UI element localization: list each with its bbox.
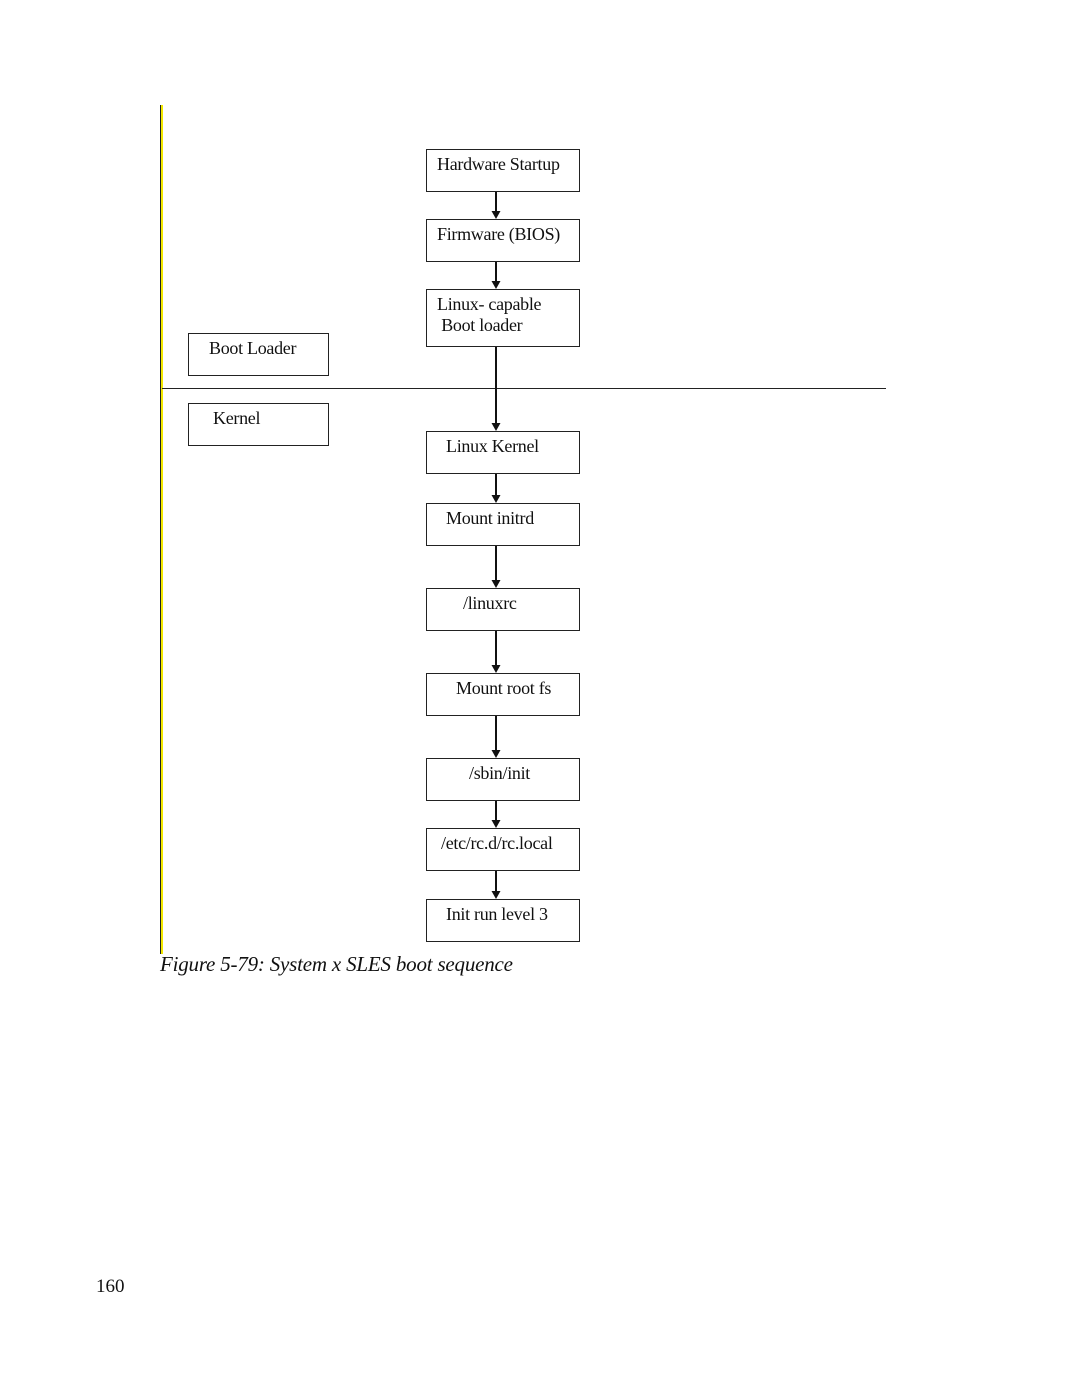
step-sbin-init: /sbin/init — [426, 758, 580, 801]
phase-label-boot-loader: Boot Loader — [188, 333, 329, 376]
arrowhead-icon — [491, 891, 501, 899]
step-label: Linux Kernel — [446, 436, 539, 456]
arrowhead-icon — [491, 750, 501, 758]
phase-divider-line — [162, 388, 886, 389]
margin-change-bar — [160, 105, 163, 954]
phase-label-kernel: Kernel — [188, 403, 329, 446]
step-firmware-bios: Firmware (BIOS) — [426, 219, 580, 262]
step-init-run-level-3: Init run level 3 — [426, 899, 580, 942]
step-label: Mount root fs — [456, 678, 552, 698]
step-label: Hardware Startup — [437, 154, 560, 174]
step-label: Mount initrd — [446, 508, 534, 528]
step-etc-rc-local: /etc/rc.d/rc.local — [426, 828, 580, 871]
phase-label-text: Kernel — [213, 408, 261, 428]
step-label: Linux- capable Boot loader — [437, 294, 542, 335]
arrowhead-icon — [491, 423, 501, 431]
arrowhead-icon — [491, 820, 501, 828]
arrowhead-icon — [491, 211, 501, 219]
step-linux-kernel: Linux Kernel — [426, 431, 580, 474]
step-mount-initrd: Mount initrd — [426, 503, 580, 546]
step-label: Init run level 3 — [446, 904, 548, 924]
step-label: /linuxrc — [463, 593, 517, 613]
figure-caption: Figure 5-79: System x SLES boot sequence — [160, 952, 513, 976]
arrowhead-icon — [491, 665, 501, 673]
step-label: /sbin/init — [469, 763, 531, 783]
step-label: Firmware (BIOS) — [437, 224, 560, 244]
page-number: 160 — [96, 1276, 125, 1297]
step-mount-root-fs: Mount root fs — [426, 673, 580, 716]
step-linuxrc: /linuxrc — [426, 588, 580, 631]
step-label: /etc/rc.d/rc.local — [441, 833, 553, 853]
arrowhead-icon — [491, 580, 501, 588]
step-hardware-startup: Hardware Startup — [426, 149, 580, 192]
arrowhead-icon — [491, 495, 501, 503]
arrowhead-icon — [491, 281, 501, 289]
phase-label-text: Boot Loader — [209, 338, 297, 358]
step-linux-capable-boot-loader: Linux- capable Boot loader — [426, 289, 580, 347]
